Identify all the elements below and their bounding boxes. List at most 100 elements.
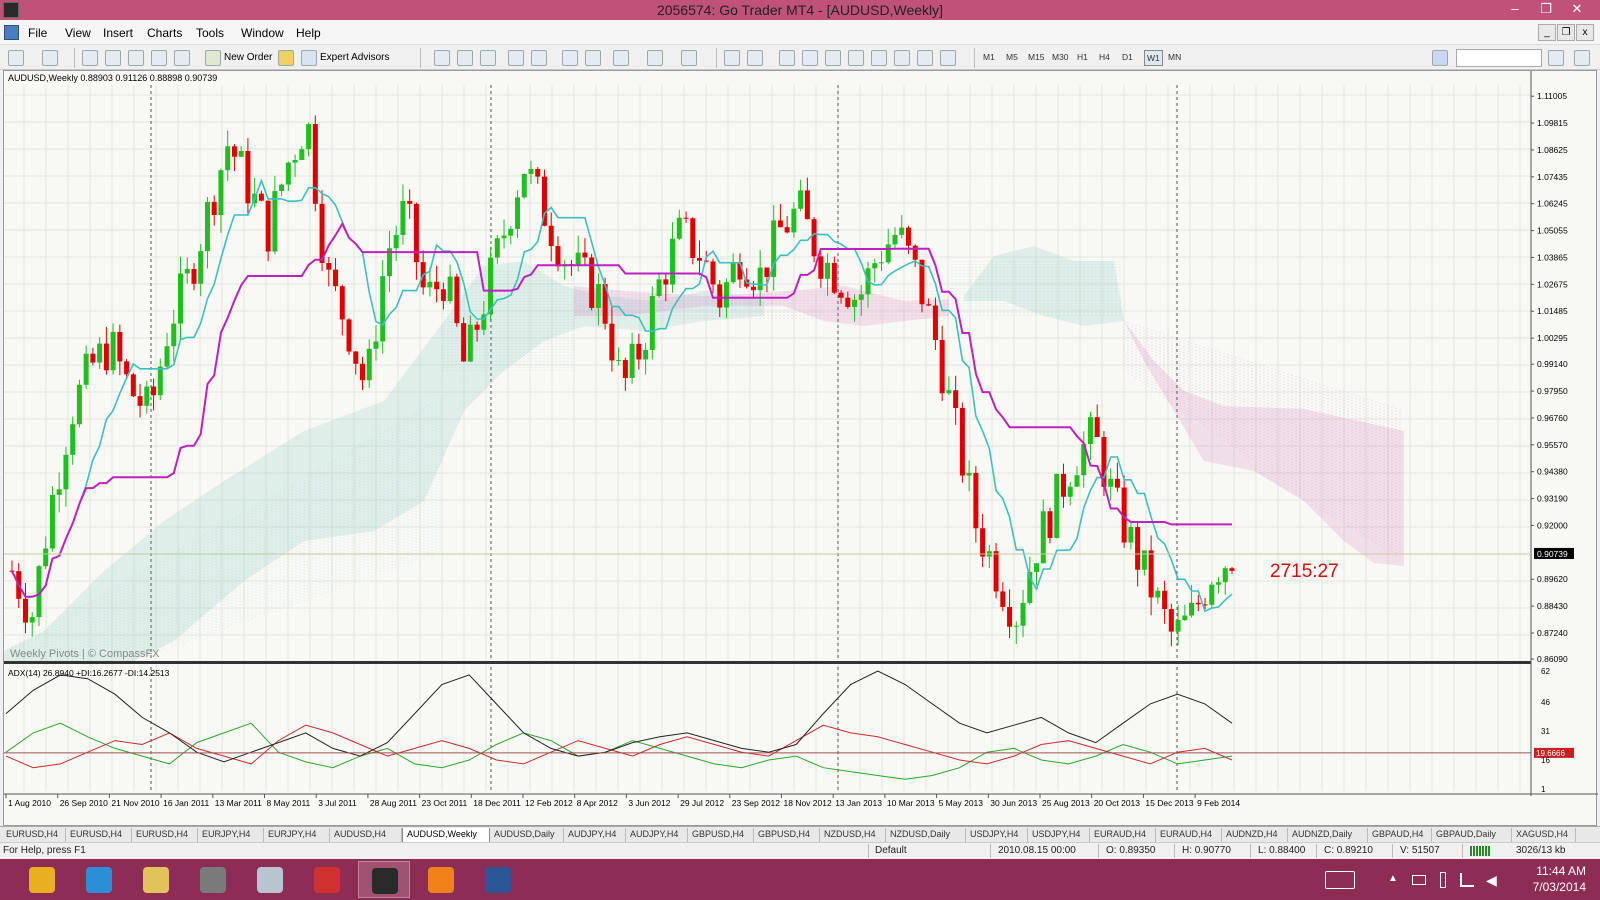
new-chart-icon[interactable] — [8, 50, 24, 66]
chart-tab[interactable]: GBPAUD,Daily — [1432, 828, 1512, 842]
channel-icon[interactable] — [848, 50, 864, 66]
search-input[interactable] — [1456, 49, 1542, 67]
chart-tab[interactable]: AUDNZD,Daily — [1288, 828, 1368, 842]
menu-file[interactable]: File — [28, 26, 47, 40]
tester-icon[interactable] — [174, 50, 190, 66]
menu-charts[interactable]: Charts — [147, 26, 182, 40]
chart-tab[interactable]: EURAUD,H4 — [1090, 828, 1156, 842]
chart-tab[interactable]: AUDUSD,Weekly — [402, 828, 490, 843]
close-button[interactable]: ✕ — [1562, 0, 1592, 20]
community-icon[interactable] — [1432, 50, 1448, 66]
status-profile[interactable]: Default — [875, 845, 907, 856]
vertical-line-icon[interactable] — [779, 50, 795, 66]
indicators-icon[interactable] — [613, 50, 629, 66]
signal-icon[interactable] — [1460, 873, 1474, 887]
chart-tab[interactable]: XAGUSD,H4 — [1512, 828, 1576, 842]
timeframe-m30[interactable]: M30 — [1052, 52, 1069, 62]
horizontal-line-icon[interactable] — [802, 50, 818, 66]
chart-tab[interactable]: AUDUSD,H4 — [330, 828, 402, 842]
network-icon[interactable] — [1412, 875, 1426, 885]
timeframe-w1[interactable]: W1 — [1144, 50, 1163, 66]
fibonacci-icon[interactable] — [871, 50, 887, 66]
taskbar-app[interactable] — [472, 861, 524, 898]
chart-tab[interactable]: AUDNZD,H4 — [1222, 828, 1288, 842]
chart-tab[interactable]: AUDJPY,H4 — [626, 828, 688, 842]
navigator-icon[interactable] — [128, 50, 144, 66]
chart-tab[interactable]: AUDUSD,Daily — [490, 828, 564, 842]
line-chart-icon[interactable] — [480, 50, 496, 66]
arrows-icon[interactable] — [940, 50, 956, 66]
terminal-icon[interactable] — [151, 50, 167, 66]
taskbar-app[interactable] — [415, 861, 467, 898]
chart-tab[interactable]: NZDUSD,H4 — [820, 828, 886, 842]
chart-tab[interactable]: EURJPY,H4 — [198, 828, 264, 842]
new-order-button[interactable]: New Order — [224, 52, 272, 63]
expert-advisors-button[interactable]: Expert Advisors — [320, 52, 389, 63]
trendline-icon[interactable] — [825, 50, 841, 66]
taskbar-app[interactable] — [130, 861, 182, 898]
chart-tab[interactable]: EURUSD,H4 — [66, 828, 132, 842]
timeframe-m5[interactable]: M5 — [1006, 52, 1018, 62]
timeframe-h4[interactable]: H4 — [1099, 52, 1110, 62]
mdi-minimize-button[interactable]: _ — [1538, 24, 1556, 41]
candlestick-icon[interactable] — [457, 50, 473, 66]
mdi-close-button[interactable]: x — [1576, 24, 1594, 41]
chart-shift-icon[interactable] — [585, 50, 601, 66]
taskbar-app[interactable] — [73, 861, 125, 898]
chart-tab[interactable]: GBPUSD,H4 — [688, 828, 754, 842]
menu-insert[interactable]: Insert — [103, 26, 133, 40]
timeframe-d1[interactable]: D1 — [1122, 52, 1133, 62]
chart-tab[interactable]: EURUSD,H4 — [132, 828, 198, 842]
periods-icon[interactable] — [647, 50, 663, 66]
timeframe-m1[interactable]: M1 — [983, 52, 995, 62]
chart-tab[interactable]: NZDUSD,Daily — [886, 828, 966, 842]
text-label-icon[interactable] — [917, 50, 933, 66]
minimize-button[interactable]: – — [1500, 0, 1530, 20]
profiles-icon[interactable] — [42, 50, 58, 66]
bar-chart-icon[interactable] — [434, 50, 450, 66]
connection-icon[interactable] — [1470, 846, 1490, 856]
chart-tab[interactable]: EURJPY,H4 — [264, 828, 330, 842]
taskbar-app[interactable] — [16, 861, 68, 898]
expert-advisors-icon[interactable] — [301, 50, 317, 66]
market-watch-icon[interactable] — [82, 50, 98, 66]
chart-tab[interactable]: GBPUSD,H4 — [754, 828, 820, 842]
timeframe-m15[interactable]: M15 — [1028, 52, 1045, 62]
timeframe-mn[interactable]: MN — [1168, 52, 1181, 62]
templates-icon[interactable] — [681, 50, 697, 66]
data-window-icon[interactable] — [105, 50, 121, 66]
maximize-button[interactable]: ❐ — [1531, 0, 1561, 20]
cursor-icon[interactable] — [724, 50, 740, 66]
chart-tab[interactable]: AUDJPY,H4 — [564, 828, 626, 842]
price-chart[interactable]: 1.11005 1.09815 1.08625 1.07435 1.06245 1.050… — [4, 71, 1598, 827]
keyboard-icon[interactable] — [1325, 871, 1355, 889]
crosshair-icon[interactable] — [747, 50, 763, 66]
chart-tab[interactable]: EURAUD,H4 — [1156, 828, 1222, 842]
messages-icon[interactable] — [1574, 50, 1590, 66]
search-icon[interactable] — [1548, 50, 1564, 66]
chart-tab[interactable]: GBPAUD,H4 — [1368, 828, 1432, 842]
tray-expand-icon[interactable]: ▲ — [1388, 873, 1398, 884]
taskbar-app[interactable] — [358, 861, 410, 898]
taskbar-app[interactable] — [187, 861, 239, 898]
new-order-icon[interactable] — [205, 50, 221, 66]
metaeditor-icon[interactable] — [278, 50, 294, 66]
zoom-in-icon[interactable] — [508, 50, 524, 66]
chart-window[interactable]: 1.11005 1.09815 1.08625 1.07435 1.06245 1.050… — [3, 70, 1598, 827]
mdi-restore-button[interactable]: ❐ — [1557, 24, 1575, 41]
menu-tools[interactable]: Tools — [196, 26, 224, 40]
menu-help[interactable]: Help — [296, 26, 321, 40]
chart-window-icon[interactable] — [4, 25, 19, 40]
taskbar-app[interactable] — [244, 861, 296, 898]
taskbar-app[interactable] — [301, 861, 353, 898]
chart-tab[interactable]: USDJPY,H4 — [966, 828, 1028, 842]
volume-icon[interactable]: ◀ — [1486, 872, 1497, 889]
menu-view[interactable]: View — [65, 26, 91, 40]
menu-window[interactable]: Window — [241, 26, 284, 40]
zoom-out-icon[interactable] — [531, 50, 547, 66]
chart-tab[interactable]: USDJPY,H4 — [1028, 828, 1090, 842]
chart-tab[interactable]: EURUSD,H4 — [2, 828, 66, 842]
text-icon[interactable] — [894, 50, 910, 66]
clock[interactable]: 11:44 AM 7/03/2014 — [1533, 863, 1586, 895]
auto-scroll-icon[interactable] — [562, 50, 578, 66]
